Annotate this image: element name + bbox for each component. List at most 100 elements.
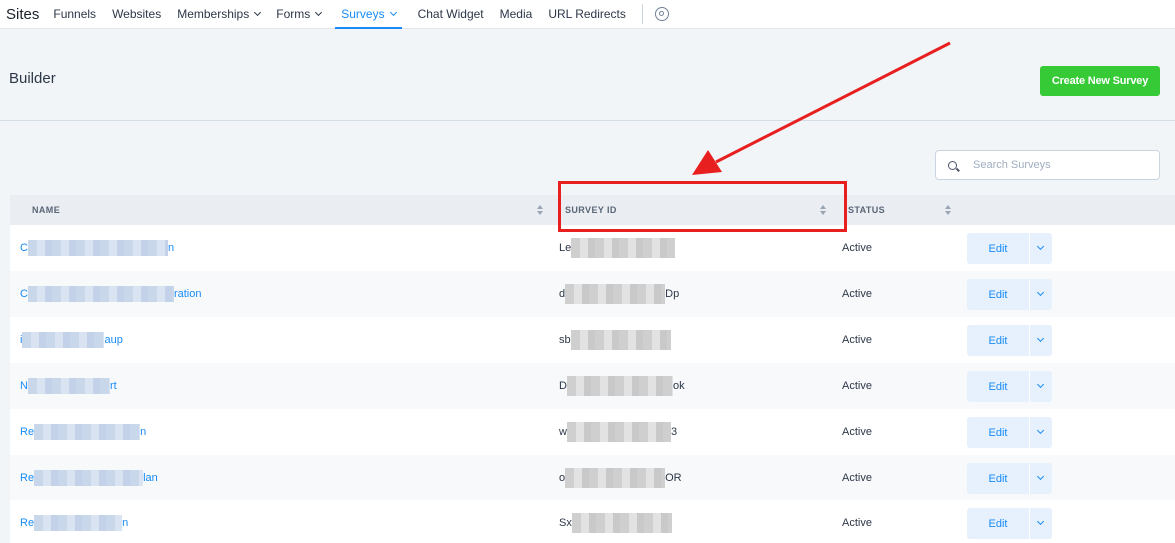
edit-button-group: Edit — [967, 463, 1053, 494]
redacted-text — [566, 422, 671, 442]
id-end: Dp — [665, 288, 680, 300]
nav-surveys[interactable]: Surveys — [335, 0, 402, 29]
nav-label: Media — [499, 7, 533, 21]
survey-name-link[interactable]: Nrt — [20, 363, 117, 409]
name-start: Re — [20, 426, 35, 438]
redacted-text — [22, 332, 105, 348]
id-end: ok — [672, 380, 685, 392]
header-divider — [0, 120, 1175, 121]
survey-id: w3 — [559, 409, 677, 455]
nav-funnels[interactable]: Funnels — [53, 0, 96, 29]
name-start: N — [20, 380, 28, 392]
redacted-text — [565, 284, 666, 304]
page-title: Builder — [9, 70, 56, 87]
edit-button-group: Edit — [967, 325, 1053, 356]
search-box[interactable] — [935, 150, 1160, 180]
id-end: OR — [665, 472, 682, 484]
edit-button[interactable]: Edit — [967, 233, 1029, 264]
chevron-down-icon[interactable] — [1029, 417, 1052, 448]
redacted-text — [34, 424, 141, 440]
nav-label: Chat Widget — [417, 7, 484, 21]
nav-label: Forms — [276, 7, 311, 21]
edit-button[interactable]: Edit — [967, 417, 1029, 448]
survey-name-link[interactable]: Re lan — [20, 455, 158, 501]
edit-button[interactable]: Edit — [967, 508, 1029, 539]
annotation-highlight-box — [558, 181, 847, 232]
survey-name-link[interactable]: Cration — [20, 271, 201, 317]
nav-label: Funnels — [53, 7, 97, 21]
table-row: Re n Sx Active Edit — [10, 500, 1175, 543]
chevron-down-icon[interactable] — [1029, 325, 1052, 356]
name-end: ration — [173, 288, 202, 300]
status-text: Active — [842, 517, 872, 529]
survey-id: o OR — [559, 455, 682, 501]
redacted-text — [565, 468, 666, 488]
survey-name-link[interactable]: Re n — [20, 409, 146, 455]
id-end: 3 — [670, 426, 678, 438]
name-end: lan — [143, 472, 158, 484]
survey-name-link[interactable]: Cn — [20, 225, 174, 271]
chevron-down-icon[interactable] — [1029, 371, 1052, 402]
nav-websites[interactable]: Websites — [112, 0, 161, 29]
survey-id: d Dp — [559, 271, 679, 317]
chevron-down-icon — [389, 8, 397, 17]
redacted-text — [566, 376, 673, 396]
chevron-down-icon[interactable] — [1029, 508, 1052, 539]
nav-forms[interactable]: Forms — [276, 0, 323, 29]
search-icon — [948, 160, 957, 170]
nav-media[interactable]: Media — [500, 0, 533, 29]
nav-label: Memberships — [177, 7, 250, 21]
edit-button[interactable]: Edit — [967, 325, 1029, 356]
edit-button[interactable]: Edit — [967, 463, 1029, 494]
column-header-status[interactable]: STATUS — [848, 195, 885, 225]
chevron-down-icon — [254, 8, 262, 17]
search-input[interactable] — [973, 159, 1143, 171]
edit-button-group: Edit — [967, 279, 1053, 310]
chevron-down-icon — [315, 8, 323, 17]
status-text: Active — [842, 334, 872, 346]
redacted-text — [27, 240, 168, 256]
id-start: w — [559, 426, 567, 438]
id-start: D — [559, 380, 567, 392]
survey-id: Sx — [559, 500, 672, 543]
table-row: Nrt Dok Active Edit — [10, 363, 1175, 409]
chevron-down-icon[interactable] — [1029, 279, 1052, 310]
nav-divider — [641, 4, 643, 24]
survey-id: sb — [559, 317, 671, 363]
nav-label: Websites — [112, 7, 162, 21]
sort-icon[interactable] — [945, 205, 951, 215]
nav-label: URL Redirects — [548, 7, 626, 21]
name-start: Re — [20, 472, 35, 484]
table-row: Cration d Dp Active Edit — [10, 271, 1175, 317]
status-text: Active — [842, 380, 872, 392]
survey-name-link[interactable]: Re n — [20, 500, 128, 543]
chevron-down-icon[interactable] — [1029, 463, 1052, 494]
name-start: C — [20, 242, 28, 254]
id-start: Sx — [559, 517, 572, 529]
gear-icon[interactable] — [654, 7, 669, 21]
name-start: Re — [20, 517, 35, 529]
name-end: n — [140, 426, 147, 438]
edit-button-group: Edit — [967, 417, 1053, 448]
redacted-text — [34, 515, 123, 531]
redacted-text — [571, 238, 676, 258]
redacted-text — [27, 378, 110, 394]
edit-button-group: Edit — [967, 371, 1053, 402]
survey-name-link[interactable]: i aup — [20, 317, 123, 363]
redacted-text — [27, 286, 174, 302]
nav-url-redirects[interactable]: URL Redirects — [548, 0, 626, 29]
edit-button[interactable]: Edit — [967, 371, 1029, 402]
chevron-down-icon[interactable] — [1029, 233, 1052, 264]
redacted-text — [570, 330, 671, 350]
edit-button-group: Edit — [967, 508, 1053, 539]
top-nav: Sites Funnels Websites Memberships Forms… — [0, 0, 1175, 29]
nav-memberships[interactable]: Memberships — [177, 0, 262, 29]
edit-button[interactable]: Edit — [967, 279, 1029, 310]
nav-chat-widget[interactable]: Chat Widget — [418, 0, 484, 29]
survey-id: Dok — [559, 363, 685, 409]
name-end: aup — [104, 334, 123, 346]
column-header-name[interactable]: NAME — [32, 195, 60, 225]
table-row: Re n w3 Active Edit — [10, 409, 1175, 455]
sort-icon[interactable] — [537, 205, 543, 215]
create-new-survey-button[interactable]: Create New Survey — [1040, 66, 1160, 96]
